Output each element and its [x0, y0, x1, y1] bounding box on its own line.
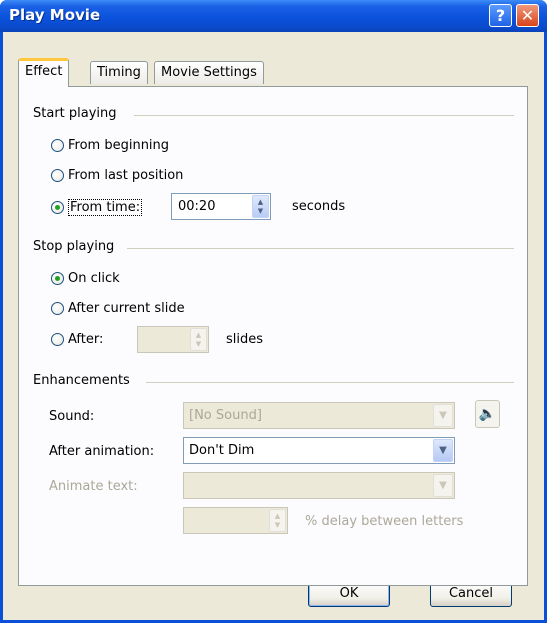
radio-after-current-slide-label: After current slide — [68, 301, 185, 316]
after-animation-label: After animation: — [49, 444, 155, 459]
start-playing-divider — [134, 115, 514, 116]
speaker-icon: 🔈 — [478, 406, 497, 422]
after-animation-value: Don't Dim — [189, 443, 255, 458]
seconds-label: seconds — [292, 199, 346, 214]
sound-dropdown[interactable]: [No Sound] ▼ — [183, 402, 455, 429]
radio-from-beginning-button[interactable] — [51, 139, 64, 152]
tab-movie-settings[interactable]: Movie Settings — [154, 61, 264, 84]
chevron-down-icon[interactable]: ▼ — [433, 474, 453, 497]
radio-after-button[interactable] — [51, 333, 64, 346]
delay-between-letters-label: % delay between letters — [305, 514, 464, 529]
effect-tab-panel: Start playing From beginning From last p… — [18, 86, 528, 586]
window-title: Play Movie — [9, 6, 101, 24]
speaker-button[interactable]: 🔈 — [475, 400, 500, 428]
tab-effect-label: Effect — [25, 64, 63, 79]
tab-movie-settings-label: Movie Settings — [161, 65, 257, 80]
radio-from-last-position[interactable]: From last position — [51, 168, 183, 183]
enhancements-divider — [146, 382, 514, 383]
radio-after[interactable]: After: — [51, 332, 103, 347]
tab-effect[interactable]: Effect — [18, 58, 70, 87]
tab-timing[interactable]: Timing — [90, 61, 148, 84]
radio-on-click[interactable]: On click — [51, 271, 120, 286]
dialog-client-area: Effect Timing Movie Settings Start playi… — [3, 32, 544, 620]
enhancements-heading: Enhancements — [33, 373, 130, 388]
radio-from-time[interactable]: From time: — [51, 199, 143, 216]
cancel-button-label: Cancel — [448, 586, 494, 601]
stop-playing-heading: Stop playing — [33, 239, 115, 254]
animate-text-dropdown[interactable]: ▼ — [183, 472, 455, 499]
radio-from-last-position-button[interactable] — [51, 169, 64, 182]
sound-label: Sound: — [49, 409, 95, 424]
sound-value: [No Sound] — [189, 408, 262, 423]
animate-text-label: Animate text: — [49, 479, 138, 494]
stop-playing-divider — [127, 248, 514, 249]
radio-from-time-button[interactable] — [51, 201, 64, 214]
from-time-spinner[interactable]: 00:20 ▲ ▼ — [171, 193, 271, 220]
spin-arrows-icon[interactable]: ▲ ▼ — [190, 328, 207, 351]
start-playing-heading: Start playing — [33, 106, 117, 121]
radio-from-time-label: From time: — [68, 199, 143, 216]
radio-after-label: After: — [68, 332, 104, 347]
spin-arrows-icon[interactable]: ▲ ▼ — [269, 509, 286, 532]
title-bar[interactable]: Play Movie ? ✕ — [0, 0, 547, 32]
delay-spinner[interactable]: ▲ ▼ — [183, 507, 288, 534]
radio-after-current-slide-button[interactable] — [51, 302, 64, 315]
close-button[interactable]: ✕ — [516, 4, 539, 27]
radio-on-click-button[interactable] — [51, 272, 64, 285]
radio-after-current-slide[interactable]: After current slide — [51, 301, 185, 316]
help-button[interactable]: ? — [489, 4, 512, 27]
radio-from-beginning[interactable]: From beginning — [51, 138, 169, 153]
chevron-down-icon[interactable]: ▼ — [433, 439, 453, 462]
slides-label: slides — [226, 332, 264, 347]
play-movie-dialog: Play Movie ? ✕ Effect Timing Movie Setti… — [0, 0, 547, 623]
radio-from-beginning-label: From beginning — [68, 138, 170, 153]
after-animation-dropdown[interactable]: Don't Dim ▼ — [183, 437, 455, 464]
close-icon: ✕ — [520, 6, 535, 25]
tab-timing-label: Timing — [97, 65, 141, 80]
radio-on-click-label: On click — [68, 271, 120, 286]
help-icon: ? — [495, 6, 506, 25]
radio-from-last-position-label: From last position — [68, 168, 184, 183]
chevron-down-icon[interactable]: ▼ — [433, 404, 453, 427]
after-slides-spinner[interactable]: ▲ ▼ — [137, 326, 209, 353]
ok-button-label: OK — [339, 586, 359, 601]
from-time-value[interactable]: 00:20 — [178, 199, 215, 214]
spin-arrows-icon[interactable]: ▲ ▼ — [252, 195, 269, 218]
